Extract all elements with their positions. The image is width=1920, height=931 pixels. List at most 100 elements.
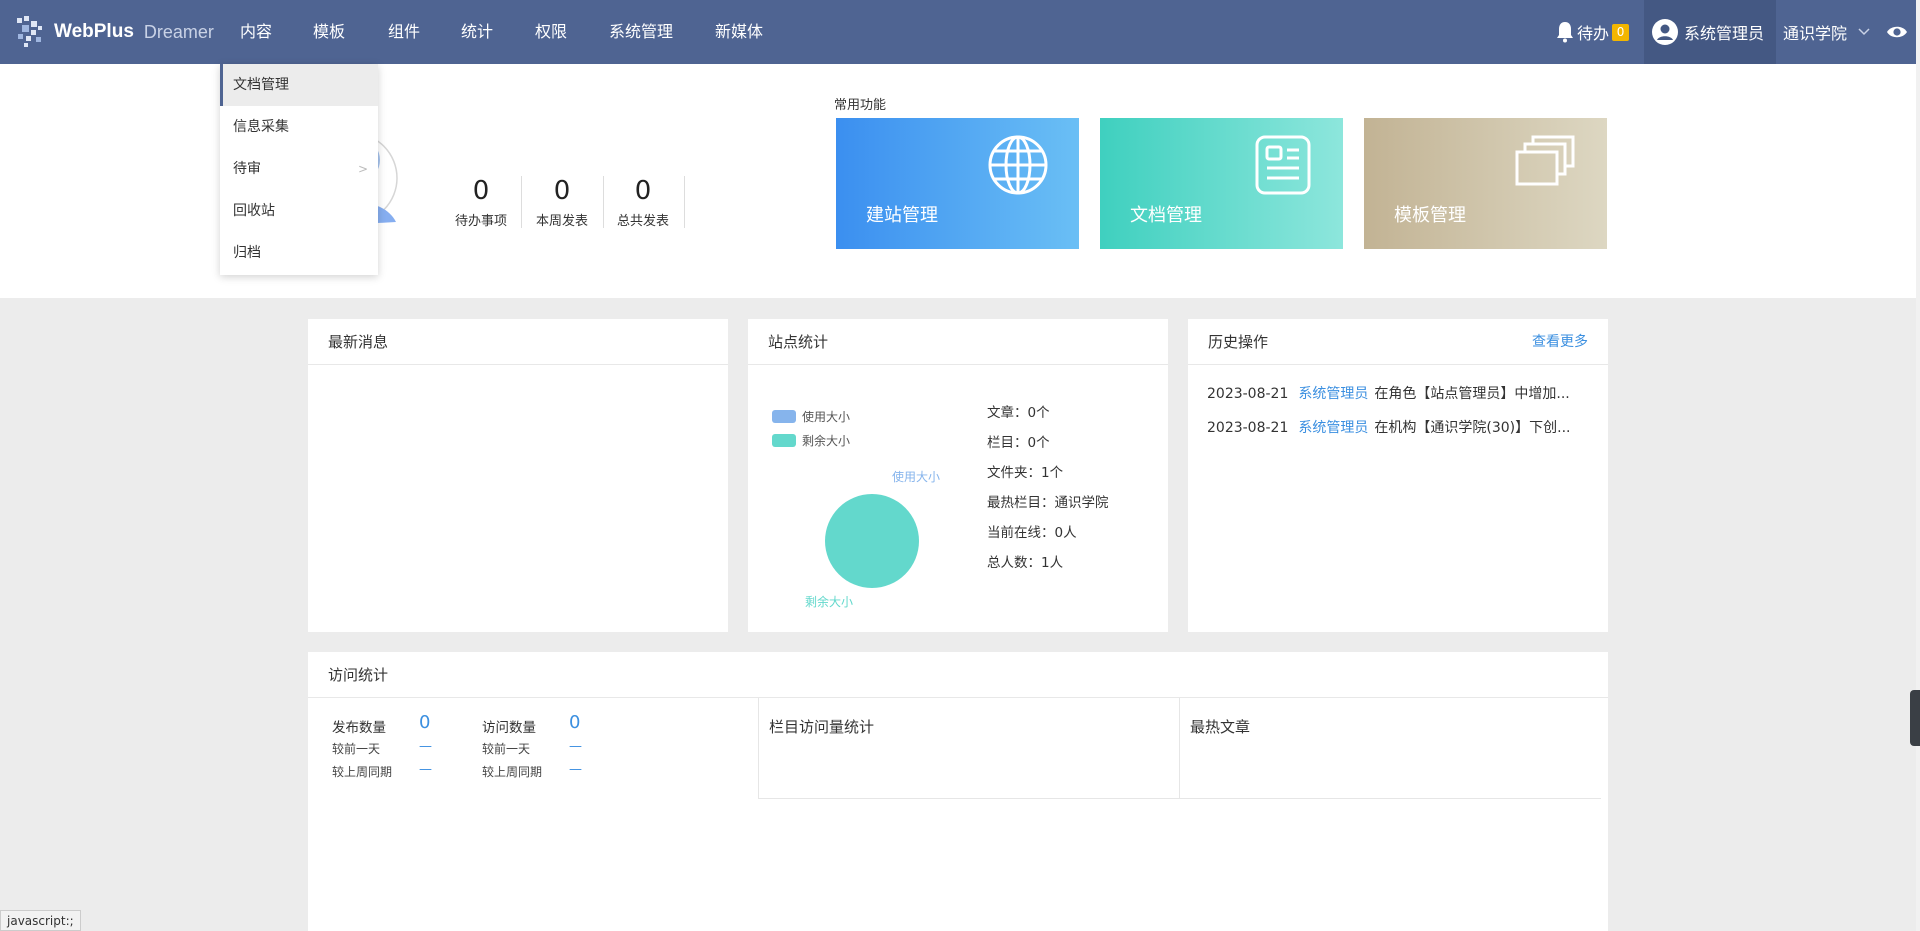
- history-date: 2023-08-21: [1207, 420, 1289, 436]
- pie-label-used: 使用大小: [892, 469, 940, 484]
- tile-label: 建站管理: [866, 205, 938, 226]
- eye-icon: [1887, 26, 1907, 38]
- todo-button[interactable]: 待办 0: [1556, 0, 1630, 64]
- legend-label: 使用大小: [802, 410, 851, 424]
- stat-value: 1个: [1041, 465, 1064, 481]
- visit-prev-week-label: 较上周同期: [482, 765, 543, 779]
- stat-week: 0 本周发表: [523, 176, 601, 229]
- org-name: 通识学院: [1783, 24, 1848, 43]
- legend-free[interactable]: 剩余大小: [772, 432, 850, 449]
- site-stat-hot-column: 最热栏目：通识学院: [987, 491, 1109, 511]
- logo[interactable]: WebPlus Dreamer: [14, 12, 214, 52]
- stat-value: 0: [634, 176, 652, 206]
- top-nav: WebPlus Dreamer 内容 模板 组件 统计 权限 系统管理 新媒体 …: [0, 0, 1920, 64]
- tile-label: 文档管理: [1130, 205, 1202, 226]
- nav-system[interactable]: 系统管理: [609, 0, 673, 64]
- site-stat-columns: 栏目：0个: [987, 431, 1050, 451]
- column-visit-title: 栏目访问量统计: [769, 718, 875, 736]
- stat-label: 本周发表: [535, 214, 588, 229]
- panel-header: 历史操作 查看更多: [1188, 319, 1608, 365]
- preview-button[interactable]: [1886, 0, 1908, 64]
- nav-permission[interactable]: 权限: [535, 0, 567, 64]
- history-panel: 历史操作 查看更多: [1188, 319, 1608, 632]
- content-dropdown-menu: 文档管理 信息采集 待审 > 回收站 归档: [220, 64, 378, 275]
- view-more-link[interactable]: 查看更多: [1532, 319, 1588, 365]
- org-select[interactable]: 通识学院: [1783, 0, 1871, 64]
- history-text: 在机构【通识学院(30)】下创...: [1374, 420, 1571, 436]
- pie-slice-free[interactable]: [825, 494, 919, 588]
- history-user-link[interactable]: 系统管理员: [1298, 386, 1368, 402]
- stat-value: 0人: [1054, 525, 1077, 541]
- panel-title: 最新消息: [308, 319, 728, 365]
- site-stat-online: 当前在线：0人: [987, 521, 1077, 541]
- divider: [1179, 698, 1180, 798]
- visit-count-value: 0: [569, 712, 581, 733]
- publish-count-label: 发布数量: [332, 720, 386, 736]
- visit-sub-panels: 栏目访问量统计 最热文章: [758, 698, 1601, 799]
- pie-label-free: 剩余大小: [805, 594, 853, 609]
- stat-value: 0个: [1027, 405, 1050, 421]
- publish-prev-week-label: 较上周同期: [332, 765, 393, 779]
- history-row: 2023-08-21 系统管理员 在机构【通识学院(30)】下创...: [1207, 417, 1570, 437]
- menu-item-doc-manage[interactable]: 文档管理: [220, 64, 378, 106]
- stat-label: 总共发表: [616, 214, 669, 229]
- menu-item-info-collect[interactable]: 信息采集: [220, 106, 378, 148]
- user-name: 系统管理员: [1684, 24, 1765, 43]
- history-text: 在角色【站点管理员】中增加...: [1374, 386, 1570, 402]
- visit-prev-week-value: —: [569, 762, 582, 777]
- brand-name: WebPlus: [54, 21, 134, 42]
- chevron-down-icon: [1858, 28, 1870, 36]
- status-tooltip: javascript:;: [0, 910, 81, 931]
- nav-component[interactable]: 组件: [388, 0, 420, 64]
- storage-pie-chart: 使用大小 剩余大小: [805, 469, 940, 609]
- legend-label: 剩余大小: [802, 434, 851, 448]
- legend-swatch: [772, 410, 796, 423]
- panel-title: 站点统计: [748, 319, 1168, 365]
- user-menu[interactable]: 系统管理员: [1644, 0, 1776, 64]
- legend-used[interactable]: 使用大小: [772, 408, 850, 425]
- nav-statistics[interactable]: 统计: [461, 0, 493, 64]
- hot-articles-title: 最热文章: [1190, 718, 1251, 736]
- history-user-link[interactable]: 系统管理员: [1298, 420, 1368, 436]
- legend-swatch: [772, 434, 796, 447]
- site-stat-articles: 文章：0个: [987, 401, 1050, 421]
- nav-template[interactable]: 模板: [313, 0, 345, 64]
- history-date: 2023-08-21: [1207, 386, 1289, 402]
- menu-item-label: 待审: [233, 161, 261, 177]
- stat-total: 0 总共发表: [604, 176, 682, 229]
- visit-count-label: 访问数量: [482, 720, 536, 736]
- publish-count-value: 0: [419, 712, 431, 733]
- side-float-tab[interactable]: [1910, 690, 1920, 746]
- stat-value: 0: [553, 176, 571, 206]
- stat-label: 文章：: [987, 405, 1028, 421]
- user-avatar-icon: [1652, 19, 1678, 45]
- brand-sub: Dreamer: [143, 21, 214, 42]
- todo-label: 待办: [1577, 24, 1610, 43]
- panel-title: 访问统计: [308, 652, 1608, 698]
- nav-new-media[interactable]: 新媒体: [715, 0, 763, 64]
- globe-icon: [988, 135, 1048, 195]
- logo-icon: [17, 16, 42, 47]
- windows-icon: [1515, 135, 1575, 186]
- stat-value: 0: [472, 176, 490, 206]
- news-panel: 最新消息: [308, 319, 728, 632]
- todo-badge: 0: [1612, 23, 1630, 41]
- history-row: 2023-08-21 系统管理员 在角色【站点管理员】中增加...: [1207, 383, 1570, 403]
- stat-label: 栏目：: [987, 435, 1028, 451]
- divider: [684, 176, 685, 228]
- menu-item-pending[interactable]: 待审 >: [220, 148, 378, 190]
- stat-label: 总人数：: [987, 555, 1041, 571]
- stat-value: 0个: [1027, 435, 1050, 451]
- menu-item-archive[interactable]: 归档: [220, 232, 378, 274]
- nav-content[interactable]: 内容: [240, 0, 272, 64]
- stat-label: 当前在线：: [987, 525, 1055, 541]
- panel-title: 历史操作: [1208, 333, 1269, 351]
- scrollbar[interactable]: [1916, 0, 1920, 931]
- menu-item-recycle[interactable]: 回收站: [220, 190, 378, 232]
- tile-site-manage[interactable]: 建站管理: [836, 118, 1079, 249]
- stat-label: 待办事项: [454, 214, 507, 229]
- tile-template-manage[interactable]: 模板管理: [1364, 118, 1607, 249]
- stat-value: 1人: [1041, 555, 1064, 571]
- publish-prev-week-value: —: [419, 762, 432, 777]
- tile-doc-manage[interactable]: 文档管理: [1100, 118, 1343, 249]
